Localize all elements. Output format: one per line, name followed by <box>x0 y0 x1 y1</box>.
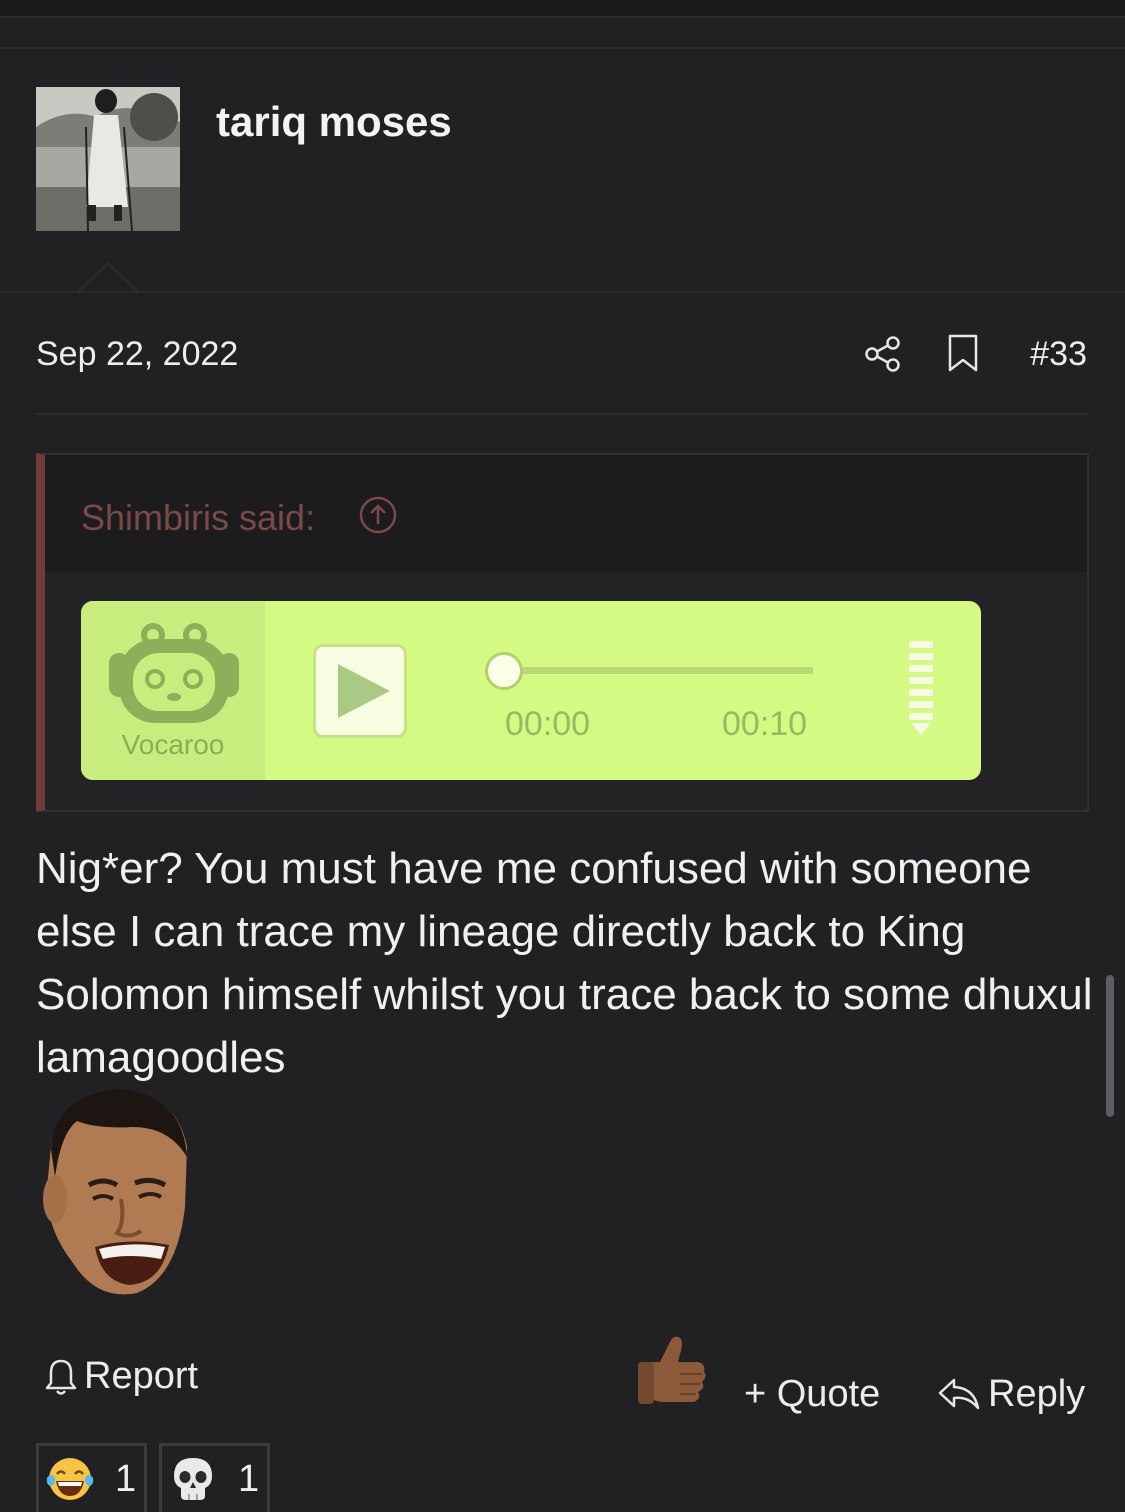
reply-label: Reply <box>988 1373 1086 1415</box>
post-message: Nig*er? You must have me confused with s… <box>36 844 1093 1082</box>
reaction-skull[interactable]: 1 <box>159 1443 270 1512</box>
seek-bar[interactable] <box>505 667 813 674</box>
vocaroo-brand: Vocaroo <box>121 729 225 760</box>
reply-button[interactable]: Reply <box>936 1373 1085 1416</box>
vocaroo-logo[interactable]: Vocaroo <box>81 601 265 780</box>
play-button[interactable] <box>313 644 407 738</box>
top-bar <box>0 0 1125 18</box>
seek-handle[interactable] <box>485 652 523 690</box>
username[interactable]: tariq moses <box>216 98 452 146</box>
skull-emoji <box>174 1458 212 1500</box>
arrow-up-circle-icon[interactable] <box>358 495 398 535</box>
header-divider <box>0 291 1125 293</box>
reaction-skull-count: 1 <box>238 1457 260 1500</box>
user-avatar[interactable] <box>36 87 180 231</box>
quote-author[interactable]: Shimbiris said: <box>81 497 315 539</box>
play-icon <box>338 664 390 718</box>
reaction-laugh[interactable]: 1 <box>36 1443 147 1512</box>
vocaroo-player: Vocaroo 00:00 00:10 <box>81 601 981 780</box>
laughing-face-sticker <box>43 1089 187 1295</box>
quote-header: Shimbiris said: <box>45 455 1087 572</box>
report-label: Report <box>84 1355 199 1397</box>
meta-divider <box>36 413 1089 415</box>
scrollbar[interactable] <box>1106 975 1114 1117</box>
volume-icon[interactable] <box>909 641 933 737</box>
quote-button[interactable]: + Quote <box>744 1373 880 1416</box>
vocaroo-face-icon <box>109 623 239 723</box>
total-time: 00:10 <box>722 705 808 743</box>
top-divider <box>0 47 1125 49</box>
bookmark-icon[interactable] <box>947 334 979 372</box>
report-button[interactable]: Report <box>44 1355 198 1398</box>
laughing-tears-emoji <box>46 1458 94 1500</box>
share-icon[interactable] <box>864 336 902 372</box>
reaction-laugh-count: 1 <box>115 1457 137 1500</box>
post-number[interactable]: #33 <box>1030 335 1087 374</box>
reply-arrow-icon <box>938 1378 980 1409</box>
post-date[interactable]: Sep 22, 2022 <box>36 335 238 374</box>
thumbs-up-icon[interactable] <box>636 1334 710 1410</box>
current-time: 00:00 <box>505 705 591 743</box>
bell-icon <box>45 1359 77 1395</box>
